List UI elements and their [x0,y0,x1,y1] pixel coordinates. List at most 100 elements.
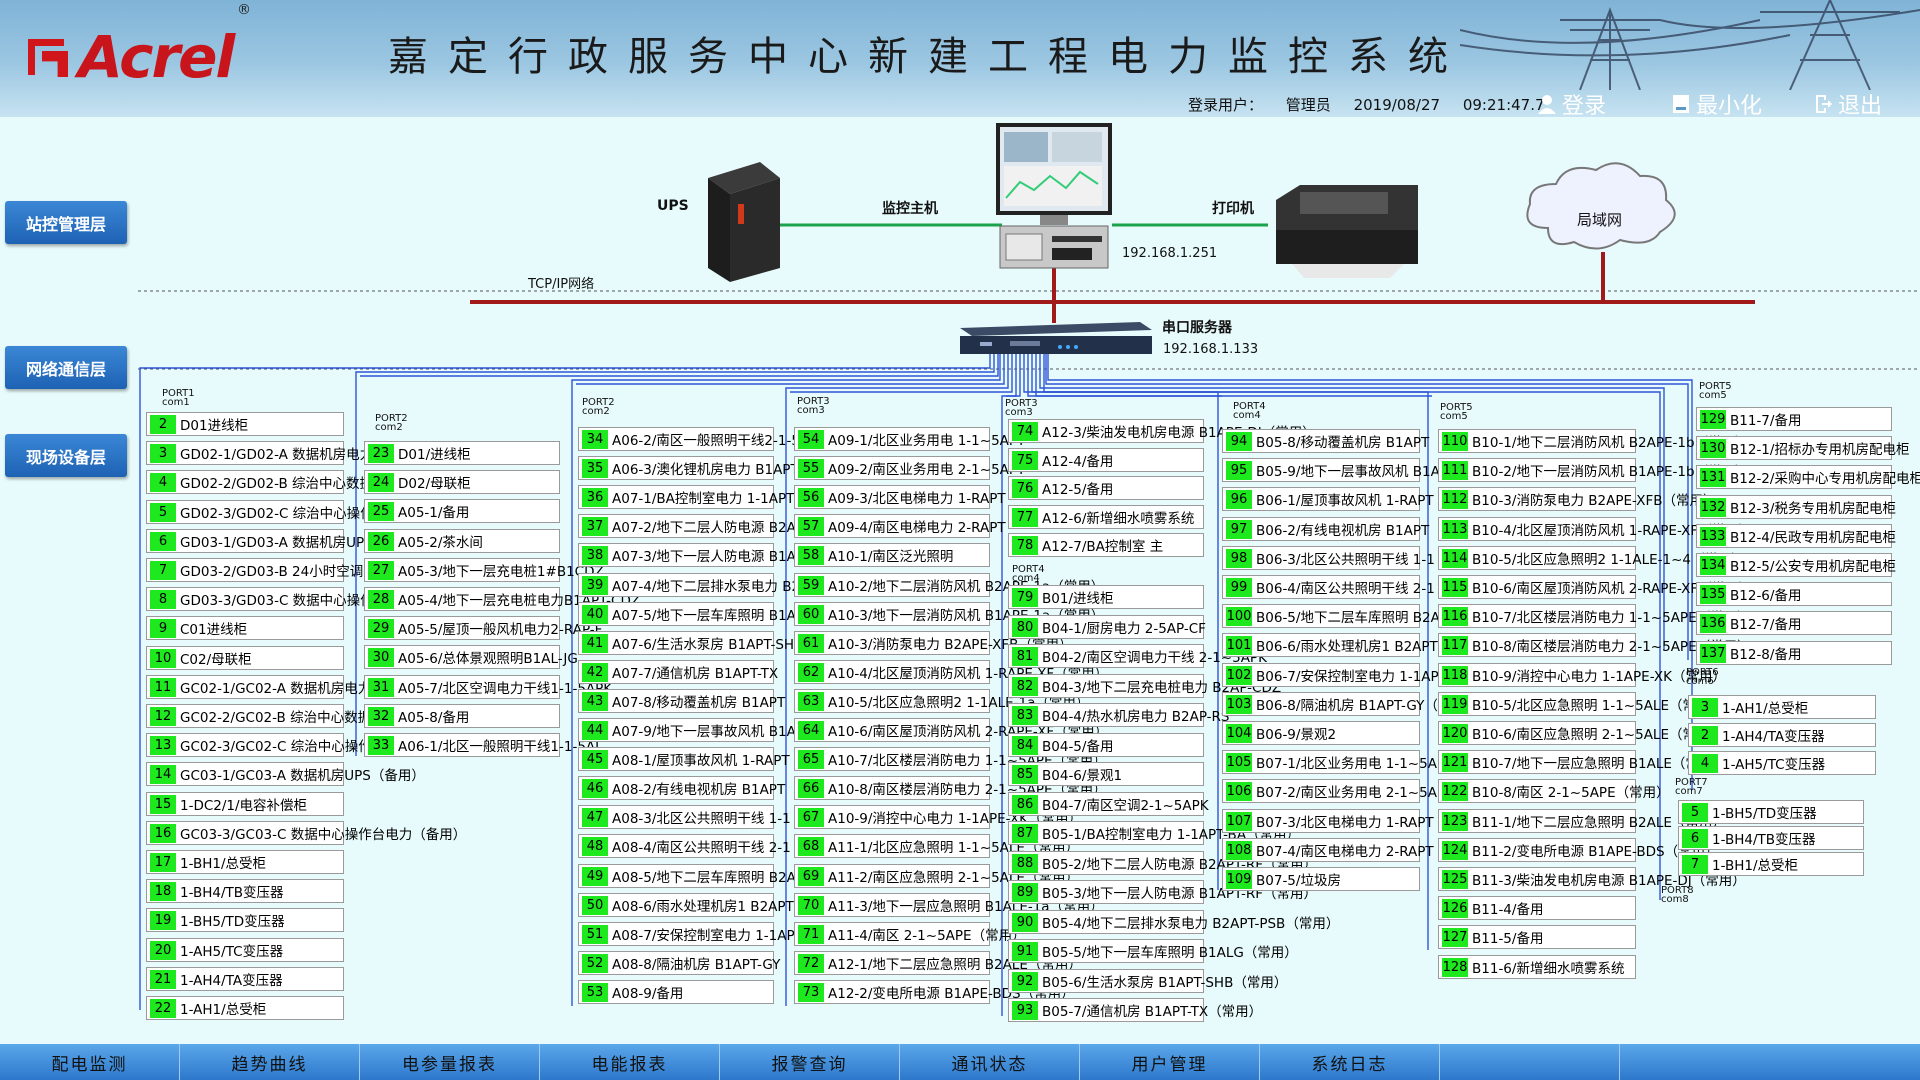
nav-distribution-monitor[interactable]: 配电监测 [0,1044,180,1080]
device-item[interactable]: 48 A08-4/南区公共照明干线 2-1 [578,834,791,858]
device-item[interactable]: 58 A10-1/南区泛光照明 [794,543,990,567]
device-item[interactable]: 65 A10-7/北区楼层消防电力 1-1~5APE（常用） [794,747,1107,771]
device-item[interactable]: 61 A10-3/消防泵电力 B2APE-XFB（常用） [794,631,1072,655]
device-item[interactable]: 134 B12-5/公安专用机房配电柜 [1696,553,1896,577]
device-item[interactable]: 95 B05-9/地下一层事故风机 B1APT（常用） [1222,458,1510,482]
device-item[interactable]: 3 GD02-1/GD02-A 数据机房电力（备用） [146,441,427,465]
device-item[interactable]: 73 A12-2/变电所电源 B1APE-BDS（常用） [794,980,1075,1004]
device-item[interactable]: 49 A08-5/地下二层车库照明 B2ALG [578,864,814,888]
device-item[interactable]: 20 1-AH5/TC变压器 [146,938,344,962]
device-item[interactable]: 13 GC02-3/GC02-C 综治中心操作台电力（备用） [146,733,466,757]
device-item[interactable]: 66 A10-8/南区楼层消防电力 2-1~5APE（常用） [794,776,1107,800]
device-item[interactable]: 6 1-BH4/TB变压器 [1678,826,1864,850]
device-item[interactable]: 17 1-BH1/总受柜 [146,850,344,874]
device-item[interactable]: 36 A07-1/BA控制室电力 1-1APT [578,485,794,509]
device-item[interactable]: 122 B10-8/南区 2-1~5APE（常用） [1438,779,1670,803]
device-item[interactable]: 32 A05-8/备用 [364,704,560,728]
nav-comm-status[interactable]: 通讯状态 [900,1044,1080,1080]
device-item[interactable]: 54 A09-1/北区业务用电 1-1~5APT [794,427,1025,451]
device-item[interactable]: 29 A05-5/屋顶一般风机电力2-RAP-F [364,616,602,640]
device-item[interactable]: 75 A12-4/备用 [1008,448,1204,472]
device-item[interactable]: 120 B10-6/南区应急照明 2-1~5ALE（常用） [1438,721,1723,745]
device-item[interactable]: 77 A12-6/新增细水喷雾系统 [1008,505,1204,529]
nav-parameter-report[interactable]: 电参量报表 [360,1044,540,1080]
device-item[interactable]: 96 B06-1/屋顶事故风机 1-RAPT（常用） [1222,487,1488,511]
device-item[interactable]: 18 1-BH4/TB变压器 [146,879,344,903]
device-item[interactable]: 24 D02/母联柜 [364,470,560,494]
device-item[interactable]: 15 1-DC2/1/电容补偿柜 [146,792,344,816]
device-item[interactable]: 53 A08-9/备用 [578,980,774,1004]
device-item[interactable]: 114 B10-5/北区应急照明2 1-1ALE-1~4（常用） [1438,546,1745,570]
nav-alarm-query[interactable]: 报警查询 [720,1044,900,1080]
device-item[interactable]: 45 A08-1/屋顶事故风机 1-RAPT [578,747,790,771]
device-item[interactable]: 71 A11-4/南区 2-1~5APE（常用） [794,922,1026,946]
nav-empty-2[interactable] [1620,1044,1920,1080]
device-item[interactable]: 8 GD03-3/GD03-C 数据中心操作台电力（备用） [146,587,468,611]
device-item[interactable]: 126 B11-4/备用 [1438,896,1636,920]
device-item[interactable]: 90 B05-4/地下二层排水泵电力 B2APT-PSB（常用） [1008,910,1339,934]
device-item[interactable]: 109 B07-5/垃圾房 [1222,867,1420,891]
device-item[interactable]: 7 GD03-2/GD03-B 24小时空调（备用） [146,558,417,582]
device-item[interactable]: 99 B06-4/南区公共照明干线 2-1（常用） [1222,575,1489,599]
device-item[interactable]: 25 A05-1/备用 [364,499,560,523]
device-item[interactable]: 21 1-AH4/TA变压器 [146,967,344,991]
device-item[interactable]: 2 1-AH4/TA变压器 [1688,723,1876,747]
device-item[interactable]: 70 A11-3/地下一层应急照明 B1ALE-1a（常用） [794,893,1104,917]
device-item[interactable]: 59 A10-2/地下二层消防风机 B2APE-1a（常用） [794,573,1104,597]
device-item[interactable]: 87 B05-1/BA控制室电力 1-1APT-BA（常用） [1008,821,1300,845]
device-item[interactable]: 35 A06-3/澳化锂机房电力 B1APT [578,456,799,480]
device-item[interactable]: 47 A08-3/北区公共照明干线 1-1 [578,805,791,829]
device-item[interactable]: 85 B04-6/景观1 [1008,762,1204,786]
device-item[interactable]: 123 B11-1/地下二层应急照明 B2ALE（常用） [1438,809,1726,833]
device-item[interactable]: 41 A07-6/生活水泵房 B1APT-SHB [578,631,803,655]
device-item[interactable]: 76 A12-5/备用 [1008,476,1204,500]
device-item[interactable]: 11 GC02-1/GC02-A 数据机房电力（备用） [146,675,425,699]
device-item[interactable]: 100 B06-5/地下二层车库照明 B2ALG（常用） [1222,604,1512,628]
device-item[interactable]: 113 B10-4/北区屋顶消防风机 1-RAPE-XF（常用） [1438,517,1752,541]
device-item[interactable]: 127 B11-5/备用 [1438,925,1636,949]
device-item[interactable]: 42 A07-7/通信机房 B1APT-TX [578,660,778,684]
device-item[interactable]: 50 A08-6/雨水处理机房1 B2APT [578,893,794,917]
device-item[interactable]: 129 B11-7/备用 [1696,407,1892,431]
device-item[interactable]: 83 B04-4/热水机房电力 B2AP-RS [1008,703,1230,727]
device-item[interactable]: 44 A07-9/地下一层事故风机 B1APT [578,718,812,742]
device-item[interactable]: 130 B12-1/招标办专用机房配电柜 [1696,436,1909,460]
device-item[interactable]: 86 B04-7/南区空调2-1~5APK [1008,792,1209,816]
device-item[interactable]: 67 A10-9/消控中心电力 1-1APE-XK（常用） [794,805,1082,829]
device-item[interactable]: 137 B12-8/备用 [1696,641,1892,665]
device-item[interactable]: 72 A12-1/地下二层应急照明 B2ALE（常用） [794,951,1082,975]
device-item[interactable]: 98 B06-3/北区公共照明干线 1-1（常用） [1222,546,1489,570]
device-item[interactable]: 125 B11-3/柴油发电机房电源 B1APE-DJ（常用） [1438,867,1746,891]
device-item[interactable]: 64 A10-6/南区屋顶消防风机 2-RAPE-XF（常用） [794,718,1108,742]
device-item[interactable]: 116 B10-7/北区楼层消防电力 1-1~5APE（常用） [1438,604,1751,628]
device-item[interactable]: 10 C02/母联柜 [146,646,344,670]
device-item[interactable]: 7 1-BH1/总受柜 [1678,852,1864,876]
device-item[interactable]: 131 B12-2/采购中心专用机房配电柜 [1696,465,1920,489]
device-item[interactable]: 28 A05-4/地下一层充电桩电力B1APT-CDZ [364,587,640,611]
device-item[interactable]: 94 B05-8/移动覆盖机房 B1APT（常用） [1222,429,1483,453]
device-item[interactable]: 51 A08-7/安保控制室电力 1-1APT [578,922,803,946]
device-item[interactable]: 3 1-AH1/总受柜 [1688,695,1876,719]
device-item[interactable]: 14 GC03-1/GC03-A 数据机房UPS（备用） [146,762,425,786]
device-item[interactable]: 40 A07-5/地下一层车库照明 B1ALG [578,602,814,626]
device-item[interactable]: 26 A05-2/茶水间 [364,529,560,553]
device-item[interactable]: 62 A10-4/北区屋顶消防风机 1-RAPE-XF（常用） [794,660,1108,684]
device-item[interactable]: 56 A09-3/北区电梯电力 1-RAPT [794,485,1006,509]
device-item[interactable]: 112 B10-3/消防泵电力 B2APE-XFB（常用） [1438,487,1716,511]
device-item[interactable]: 68 A11-1/北区应急照明 1-1~5ALE（常用） [794,834,1079,858]
device-item[interactable]: 115 B10-6/南区屋顶消防风机 2-RAPE-XF（常用） [1438,575,1752,599]
device-item[interactable]: 5 1-BH5/TD变压器 [1678,800,1864,824]
device-item[interactable]: 84 B04-5/备用 [1008,733,1204,757]
device-item[interactable]: 80 B04-1/厨房电力 2-5AP-CF [1008,615,1206,639]
device-item[interactable]: 19 1-BH5/TD变压器 [146,908,344,932]
device-item[interactable]: 119 B10-5/北区应急照明 1-1~5ALE（常用） [1438,692,1723,716]
device-item[interactable]: 46 A08-2/有线电视机房 B1APT [578,776,785,800]
nav-user-management[interactable]: 用户管理 [1080,1044,1260,1080]
device-item[interactable]: 111 B10-2/地下一层消防风机 B1APE-1b（常用） [1438,458,1749,482]
device-item[interactable]: 6 GD03-1/GD03-A 数据机房UPS（备用） [146,529,427,553]
device-item[interactable]: 105 B07-1/北区业务用电 1-1~5APT（常用） [1222,750,1507,774]
device-item[interactable]: 93 B05-7/通信机房 B1APT-TX（常用） [1008,998,1262,1022]
device-item[interactable]: 104 B06-9/景观2 [1222,721,1420,745]
device-item[interactable]: 22 1-AH1/总受柜 [146,996,344,1020]
nav-energy-report[interactable]: 电能报表 [540,1044,720,1080]
